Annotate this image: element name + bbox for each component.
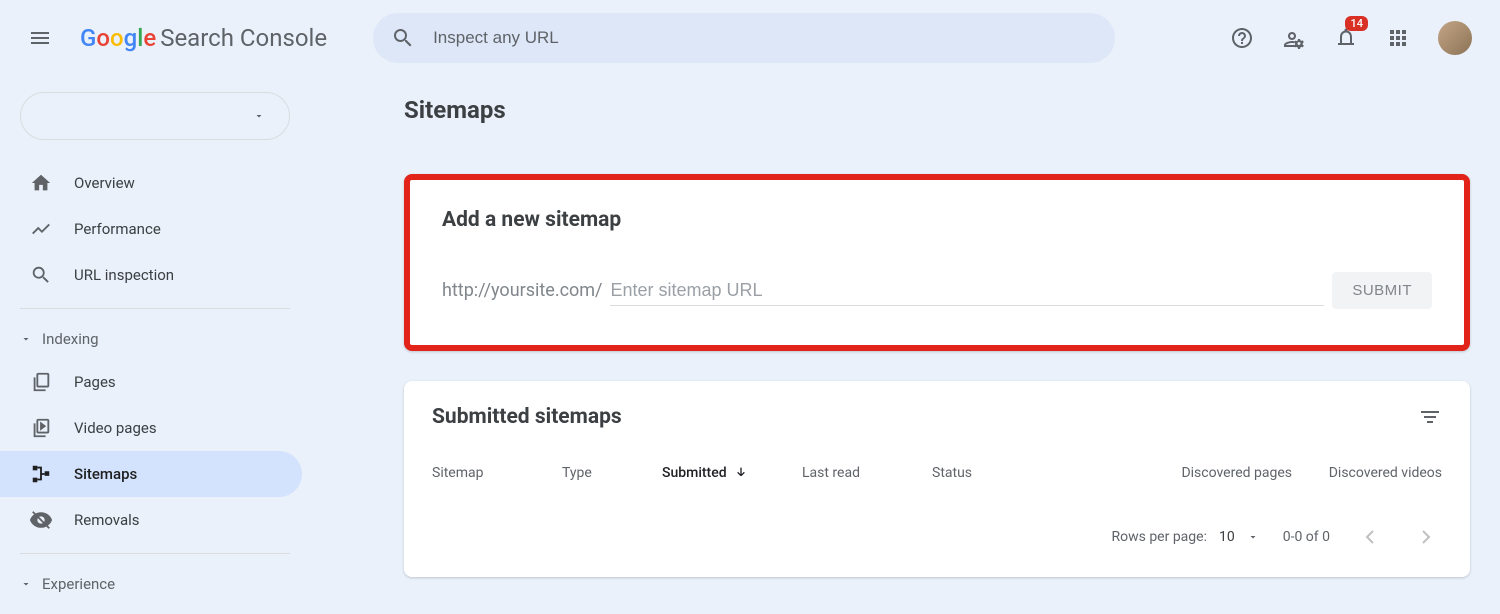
product-name: Search Console bbox=[160, 24, 327, 52]
property-selector[interactable] bbox=[20, 92, 290, 140]
chevron-left-icon bbox=[1358, 525, 1382, 549]
prev-page-button[interactable] bbox=[1354, 521, 1386, 553]
google-logo: Google bbox=[80, 24, 156, 52]
menu-icon bbox=[28, 26, 52, 50]
search-icon bbox=[30, 264, 52, 286]
column-discovered-videos[interactable]: Discovered videos bbox=[1292, 465, 1442, 481]
column-status[interactable]: Status bbox=[932, 465, 1102, 481]
notifications-button[interactable]: 14 bbox=[1334, 26, 1358, 50]
column-last-read[interactable]: Last read bbox=[802, 465, 932, 481]
main-content: Sitemaps Add a new sitemap http://yoursi… bbox=[310, 76, 1500, 614]
pagination: Rows per page: 10 0-0 of 0 bbox=[432, 501, 1442, 553]
notification-badge: 14 bbox=[1345, 16, 1368, 31]
sitemap-icon bbox=[30, 463, 52, 485]
sidebar-item-performance[interactable]: Performance bbox=[0, 206, 302, 252]
section-label: Experience bbox=[42, 575, 115, 593]
header: Google Search Console 14 bbox=[0, 0, 1500, 76]
apps-button[interactable] bbox=[1386, 26, 1410, 50]
performance-icon bbox=[30, 218, 52, 240]
chevron-down-icon bbox=[20, 578, 32, 590]
apps-grid-icon bbox=[1386, 26, 1410, 50]
sidebar-item-sitemaps[interactable]: Sitemaps bbox=[0, 451, 302, 497]
sidebar-item-pages[interactable]: Pages bbox=[0, 359, 302, 405]
help-button[interactable] bbox=[1230, 26, 1254, 50]
sidebar-item-label: URL inspection bbox=[74, 266, 174, 284]
sidebar-item-label: Removals bbox=[74, 511, 140, 529]
filter-icon bbox=[1418, 405, 1442, 429]
sidebar-item-overview[interactable]: Overview bbox=[0, 160, 302, 206]
card-title: Add a new sitemap bbox=[442, 208, 1432, 232]
sidebar-item-url-inspection[interactable]: URL inspection bbox=[0, 252, 302, 298]
sidebar-item-label: Video pages bbox=[74, 419, 157, 437]
search-icon bbox=[391, 26, 415, 50]
sitemap-input-row: http://yoursite.com/ SUBMIT bbox=[442, 272, 1432, 309]
divider bbox=[20, 308, 290, 309]
add-sitemap-card: Add a new sitemap http://yoursite.com/ S… bbox=[404, 174, 1470, 351]
help-icon bbox=[1230, 26, 1254, 50]
card-title: Submitted sitemaps bbox=[432, 405, 622, 429]
removals-icon bbox=[30, 509, 52, 531]
section-label: Indexing bbox=[42, 330, 99, 348]
sidebar-item-label: Performance bbox=[74, 220, 161, 238]
rows-per-page-value[interactable]: 10 bbox=[1219, 529, 1235, 545]
divider bbox=[20, 553, 290, 554]
chevron-right-icon bbox=[1414, 525, 1438, 549]
column-discovered-pages[interactable]: Discovered pages bbox=[1102, 465, 1292, 481]
hamburger-menu-button[interactable] bbox=[16, 14, 64, 62]
table-header: Sitemap Type Submitted Last read Status … bbox=[432, 465, 1442, 501]
submit-button[interactable]: SUBMIT bbox=[1332, 272, 1432, 309]
product-logo[interactable]: Google Search Console bbox=[80, 24, 327, 52]
sidebar-item-label: Pages bbox=[74, 373, 116, 391]
column-type[interactable]: Type bbox=[562, 465, 662, 481]
users-settings-button[interactable] bbox=[1282, 26, 1306, 50]
column-sitemap[interactable]: Sitemap bbox=[432, 465, 562, 481]
pages-icon bbox=[30, 371, 52, 393]
url-prefix: http://yoursite.com/ bbox=[442, 280, 602, 301]
sidebar-item-removals[interactable]: Removals bbox=[0, 497, 302, 543]
chevron-down-icon bbox=[20, 333, 32, 345]
next-page-button[interactable] bbox=[1410, 521, 1442, 553]
header-icons: 14 bbox=[1230, 21, 1484, 55]
rows-per-page-label: Rows per page: bbox=[1111, 529, 1206, 545]
avatar[interactable] bbox=[1438, 21, 1472, 55]
video-pages-icon bbox=[30, 417, 52, 439]
user-settings-icon bbox=[1282, 26, 1306, 50]
search-input[interactable] bbox=[433, 28, 1097, 48]
home-icon bbox=[30, 172, 52, 194]
column-submitted[interactable]: Submitted bbox=[662, 465, 802, 481]
section-indexing[interactable]: Indexing bbox=[0, 319, 310, 359]
sitemap-url-input[interactable] bbox=[610, 276, 1324, 306]
arrow-down-icon bbox=[733, 465, 749, 481]
pagination-range: 0-0 of 0 bbox=[1283, 529, 1330, 545]
sidebar: Overview Performance URL inspection Inde… bbox=[0, 76, 310, 614]
chevron-down-icon bbox=[253, 110, 265, 122]
filter-button[interactable] bbox=[1418, 405, 1442, 429]
section-experience[interactable]: Experience bbox=[0, 564, 310, 604]
sidebar-item-label: Overview bbox=[74, 174, 135, 192]
search-bar[interactable] bbox=[373, 13, 1115, 63]
submitted-sitemaps-card: Submitted sitemaps Sitemap Type Submitte… bbox=[404, 381, 1470, 577]
sidebar-item-label: Sitemaps bbox=[74, 465, 137, 483]
page-title: Sitemaps bbox=[404, 96, 1470, 124]
chevron-down-icon[interactable] bbox=[1247, 531, 1259, 543]
sidebar-item-video-pages[interactable]: Video pages bbox=[0, 405, 302, 451]
